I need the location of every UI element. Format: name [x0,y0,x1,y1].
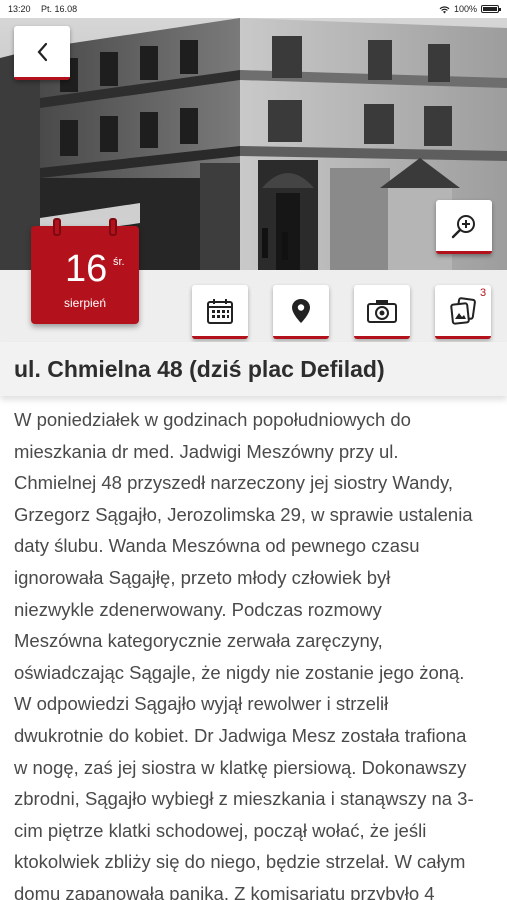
camera-icon [367,299,397,323]
article-line: w nogę, zaś jej siostra w klatkę piersio… [14,756,467,778]
article-line: domu zapanowała panika. Z komisariatu pr… [14,882,435,900]
date-month: sierpień [63,296,107,310]
zoom-button[interactable] [436,200,492,254]
status-bar: 13:20 Pt. 16.08 100% [0,0,507,18]
article-line: daty ślubu. Wanda Meszówna od pewnego cz… [14,535,420,557]
back-button[interactable] [14,26,70,80]
map-pin-icon [292,298,310,323]
title-bar: ul. Chmielna 48 (dziś plac Defilad) [0,342,507,396]
camera-button[interactable] [354,285,410,339]
map-button[interactable] [273,285,329,339]
article-line: W odpowiedzi Sągajło wyjął rewolwer i st… [14,693,389,715]
status-left: 13:20 Pt. 16.08 [8,4,85,14]
article-line: Grzegorz Sągajło, Jerozolimska 29, w spr… [14,503,473,525]
status-date: Pt. 16.08 [41,4,78,14]
article-line: ktokolwiek zbliży się do niego, będzie s… [14,851,466,873]
article-line: ignorowała Sągajłę, przeto młody człowie… [14,566,391,588]
gallery-icon [450,296,476,325]
calendar-ring-right [109,218,117,236]
place-title: ul. Chmielna 48 (dziś plac Defilad) [14,356,385,382]
article-line: mieszkania dr med. Jadwigi Meszówny przy… [14,440,399,462]
calendar-button[interactable] [192,285,248,339]
date-day: 16 [65,248,108,290]
article-line: cim piętrze klatki schodowej, począł woł… [14,819,427,841]
article-line: oświadczając Sągajle, że nigdy nie zosta… [14,661,465,683]
article-body: W poniedziałek w godzinach popołudniowyc… [14,404,496,900]
battery-icon [481,5,501,13]
gallery-count-badge: 3 [480,287,487,299]
battery-percent: 100% [453,4,477,14]
calendar-icon [207,298,233,324]
wifi-icon [439,5,450,13]
chevron-left-icon [37,42,48,61]
status-time: 13:20 [8,4,31,14]
article-line: zbrodni, Sągajło wybiegł z mieszkania i … [14,788,474,810]
article-line: Chmielnej 48 przyszedł narzeczony jej si… [14,472,454,494]
status-right: 100% [439,4,501,14]
article-line: W poniedziałek w godzinach popołudniowyc… [14,409,411,430]
article-line: niezwykle zdenerwowany. Podczas rozmowy [14,598,382,620]
article-line: dwukrotnie do kobiet. Dr Jadwiga Mesz zo… [14,724,467,746]
article-line: Meszówna kategorycznie zerwała zaręczyny… [14,630,383,652]
zoom-in-icon [451,214,475,238]
date-badge: 16 śr. sierpień [31,218,139,324]
date-weekday: śr. [113,256,125,268]
calendar-ring-left [53,218,61,236]
